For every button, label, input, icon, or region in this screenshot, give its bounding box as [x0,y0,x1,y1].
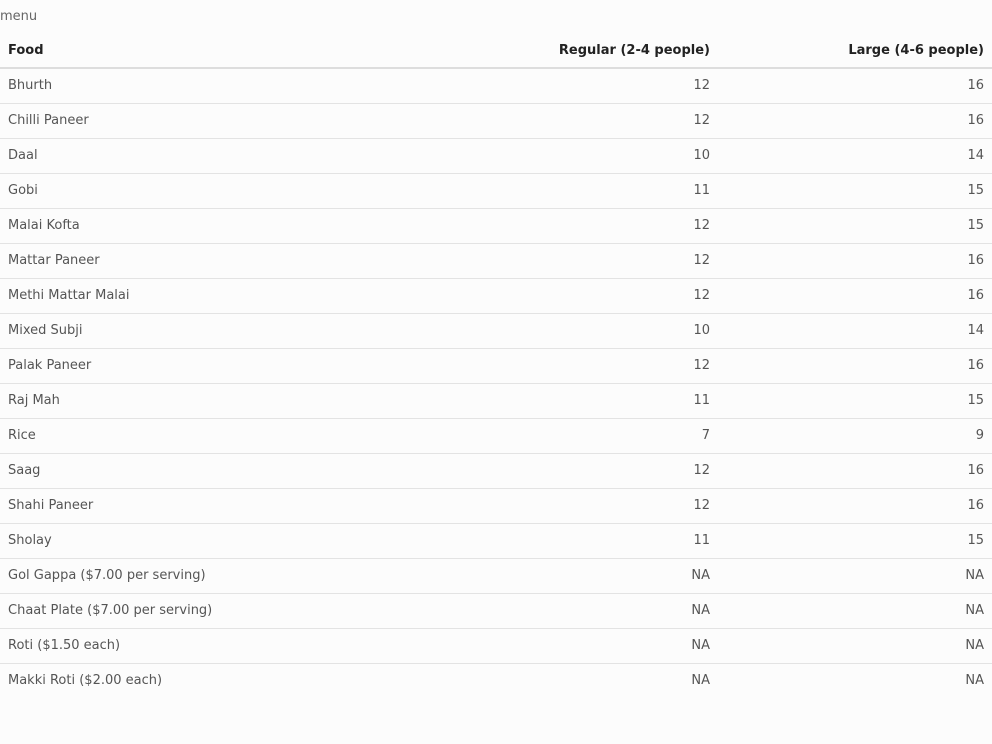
cell-regular: 12 [522,488,718,524]
table-row: Saag 12 16 [0,453,992,489]
cell-food: Mixed Subji [0,313,522,349]
menu-table: Food Regular (2-4 people) Large (4-6 peo… [0,34,992,698]
header-large[interactable]: Large (4-6 people) [718,34,992,69]
header-row: Food Regular (2-4 people) Large (4-6 peo… [0,34,992,69]
cell-large: 15 [718,208,992,244]
cell-large: 15 [718,173,992,209]
cell-large: 16 [718,278,992,314]
table-body: Bhurth 12 16 Chilli Paneer 12 16 Daal 10 14 Gobi 1… [0,68,992,698]
cell-large: 15 [718,523,992,559]
cell-food: Gol Gappa ($7.00 per serving) [0,558,522,594]
cell-regular: 11 [522,523,718,559]
cell-regular: 12 [522,208,718,244]
cell-regular: NA [522,558,718,594]
table-row: Gol Gappa ($7.00 per serving) NA NA [0,558,992,594]
cell-food: Methi Mattar Malai [0,278,522,314]
cell-regular: 11 [522,173,718,209]
cell-regular: 12 [522,278,718,314]
cell-large: 16 [718,348,992,384]
cell-large: 9 [718,418,992,454]
cell-food: Daal [0,138,522,174]
cell-food: Saag [0,453,522,489]
header-regular[interactable]: Regular (2-4 people) [522,34,718,69]
table-row: Malai Kofta 12 15 [0,208,992,244]
cell-food: Raj Mah [0,383,522,419]
cell-food: Chilli Paneer [0,103,522,139]
table-caption: menu [0,9,38,24]
cell-regular: NA [522,628,718,664]
cell-large: 16 [718,68,992,104]
cell-large: 16 [718,103,992,139]
cell-regular: 12 [522,103,718,139]
table-row: Shahi Paneer 12 16 [0,488,992,524]
table-row: Makki Roti ($2.00 each) NA NA [0,663,992,698]
cell-large: 16 [718,453,992,489]
table-row: Palak Paneer 12 16 [0,348,992,384]
cell-large: 14 [718,313,992,349]
cell-food: Rice [0,418,522,454]
cell-regular: 7 [522,418,718,454]
cell-regular: NA [691,673,710,689]
cell-large: 16 [718,488,992,524]
cell-regular: 11 [522,383,718,419]
table-row: Sholay 11 15 [0,523,992,559]
table-row: Raj Mah 11 15 [0,383,992,419]
cell-food: Chaat Plate ($7.00 per serving) [0,593,522,629]
table-row: Roti ($1.50 each) NA NA [0,628,992,664]
table-row: Bhurth 12 16 [0,68,992,104]
cell-food: Mattar Paneer [0,243,522,279]
table-row: Methi Mattar Malai 12 16 [0,278,992,314]
cell-regular: 12 [522,243,718,279]
table-row: Rice 7 9 [0,418,992,454]
cell-food: Makki Roti ($2.00 each) [8,673,163,689]
cell-large: 14 [718,138,992,174]
cell-food: Shahi Paneer [0,488,522,524]
cell-regular: 12 [522,453,718,489]
cell-regular: 10 [522,313,718,349]
cell-regular: 12 [522,348,718,384]
table-row: Daal 10 14 [0,138,992,174]
cell-food: Malai Kofta [0,208,522,244]
table-row: Mixed Subji 10 14 [0,313,992,349]
cell-large: NA [718,558,992,594]
cell-large: NA [718,593,992,629]
cell-food: Gobi [0,173,522,209]
cell-food: Roti ($1.50 each) [0,628,522,664]
cell-food: Sholay [0,523,522,559]
cell-large: 15 [718,383,992,419]
table-header: Food Regular (2-4 people) Large (4-6 peo… [0,34,992,69]
cell-food: Bhurth [0,68,522,104]
cell-food: Palak Paneer [0,348,522,384]
table-row: Chaat Plate ($7.00 per serving) NA NA [0,593,992,629]
header-food[interactable]: Food [0,34,522,69]
table-row: Mattar Paneer 12 16 [0,243,992,279]
table-row: Gobi 11 15 [0,173,992,209]
table-row: Chilli Paneer 12 16 [0,103,992,139]
cell-regular: NA [522,593,718,629]
cell-regular: 12 [522,68,718,104]
cell-large: 16 [718,243,992,279]
cell-large: NA [718,628,992,664]
cell-large: NA [965,673,984,689]
cell-regular: 10 [522,138,718,174]
